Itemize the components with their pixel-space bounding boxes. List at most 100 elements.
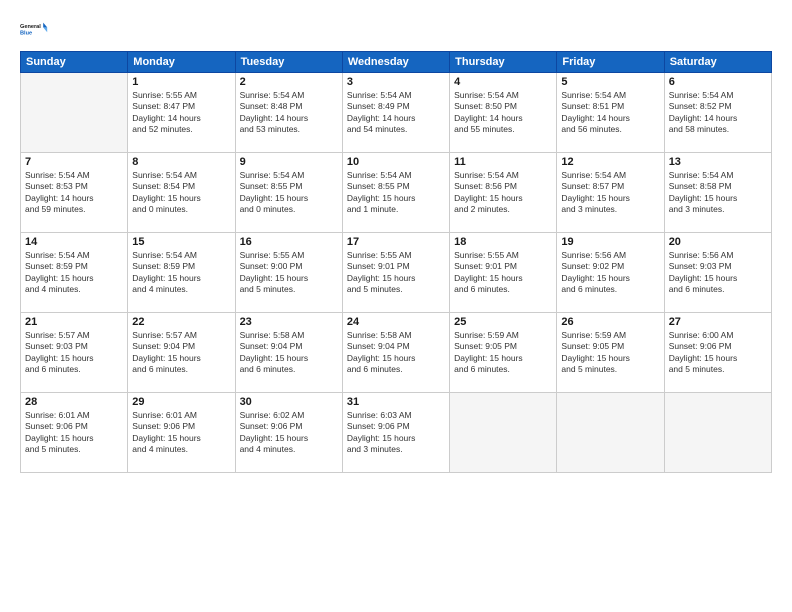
day-number: 2 <box>240 76 338 88</box>
weekday-header: Thursday <box>450 52 557 73</box>
day-number: 16 <box>240 236 338 248</box>
day-number: 11 <box>454 156 552 168</box>
day-number: 1 <box>132 76 230 88</box>
calendar-cell: 3Sunrise: 5:54 AM Sunset: 8:49 PM Daylig… <box>342 73 449 153</box>
weekday-header: Monday <box>128 52 235 73</box>
day-info: Sunrise: 5:58 AM Sunset: 9:04 PM Dayligh… <box>240 330 338 376</box>
calendar-cell: 9 Sunrise: 5:54 AM Sunset: 8:55 PM Daylig… <box>235 153 342 233</box>
day-info: Sunrise: 5:57 AM Sunset: 9:03 PM Dayligh… <box>25 330 123 376</box>
day-number: 19 <box>561 236 659 248</box>
day-number: 28 <box>25 396 123 408</box>
calendar-table: SundayMondayTuesdayWednesdayThursdayFrid… <box>20 51 772 473</box>
day-number: 26 <box>561 316 659 328</box>
logo: General Blue <box>20 15 48 43</box>
calendar-cell: 24Sunrise: 5:58 AM Sunset: 9:04 PM Dayli… <box>342 313 449 393</box>
calendar-cell: 19Sunrise: 5:56 AM Sunset: 9:02 PM Dayli… <box>557 233 664 313</box>
calendar-week-row: 14 Sunrise: 5:54 AM Sunset: 8:59 PM Dayli… <box>21 233 772 313</box>
day-info: Sunrise: 5:59 AM Sunset: 9:05 PM Dayligh… <box>454 330 552 376</box>
weekday-header-row: SundayMondayTuesdayWednesdayThursdayFrid… <box>21 52 772 73</box>
calendar-cell: 8 Sunrise: 5:54 AM Sunset: 8:54 PM Daylig… <box>128 153 235 233</box>
calendar-cell: 2Sunrise: 5:54 AM Sunset: 8:48 PM Daylig… <box>235 73 342 153</box>
svg-text:General: General <box>20 24 41 30</box>
day-info: Sunrise: 6:01 AM Sunset: 9:06 PM Dayligh… <box>132 410 230 456</box>
day-number: 9 <box>240 156 338 168</box>
day-info: Sunrise: 5:54 AM Sunset: 8:52 PM Dayligh… <box>669 90 767 136</box>
day-info: Sunrise: 5:54 AM Sunset: 8:50 PM Dayligh… <box>454 90 552 136</box>
day-number: 21 <box>25 316 123 328</box>
calendar-cell: 14 Sunrise: 5:54 AM Sunset: 8:59 PM Dayli… <box>21 233 128 313</box>
calendar-cell: 6 Sunrise: 5:54 AM Sunset: 8:52 PM Daylig… <box>664 73 771 153</box>
logo-icon: General Blue <box>20 15 48 43</box>
calendar-cell: 30 Sunrise: 6:02 AM Sunset: 9:06 PM Dayli… <box>235 393 342 473</box>
day-info: Sunrise: 5:54 AM Sunset: 8:53 PM Dayligh… <box>25 170 123 216</box>
weekday-header: Wednesday <box>342 52 449 73</box>
svg-text:Blue: Blue <box>20 31 32 37</box>
day-number: 31 <box>347 396 445 408</box>
day-info: Sunrise: 5:55 AM Sunset: 9:00 PM Dayligh… <box>240 250 338 296</box>
weekday-header: Saturday <box>664 52 771 73</box>
calendar-week-row: 7 Sunrise: 5:54 AM Sunset: 8:53 PM Daylig… <box>21 153 772 233</box>
calendar-cell: 7 Sunrise: 5:54 AM Sunset: 8:53 PM Daylig… <box>21 153 128 233</box>
day-info: Sunrise: 6:00 AM Sunset: 9:06 PM Dayligh… <box>669 330 767 376</box>
day-number: 29 <box>132 396 230 408</box>
day-info: Sunrise: 5:54 AM Sunset: 8:55 PM Dayligh… <box>240 170 338 216</box>
day-info: Sunrise: 5:59 AM Sunset: 9:05 PM Dayligh… <box>561 330 659 376</box>
day-number: 5 <box>561 76 659 88</box>
day-number: 27 <box>669 316 767 328</box>
calendar-cell <box>557 393 664 473</box>
header: General Blue <box>20 15 772 43</box>
day-number: 20 <box>669 236 767 248</box>
weekday-header: Friday <box>557 52 664 73</box>
day-number: 24 <box>347 316 445 328</box>
calendar-week-row: 1 Sunrise: 5:55 AM Sunset: 8:47 PM Daylig… <box>21 73 772 153</box>
day-number: 4 <box>454 76 552 88</box>
day-number: 8 <box>132 156 230 168</box>
day-number: 22 <box>132 316 230 328</box>
day-number: 17 <box>347 236 445 248</box>
calendar-cell: 31 Sunrise: 6:03 AM Sunset: 9:06 PM Dayli… <box>342 393 449 473</box>
calendar-cell: 13 Sunrise: 5:54 AM Sunset: 8:58 PM Dayli… <box>664 153 771 233</box>
calendar-cell: 16 Sunrise: 5:55 AM Sunset: 9:00 PM Dayli… <box>235 233 342 313</box>
day-number: 13 <box>669 156 767 168</box>
day-info: Sunrise: 5:54 AM Sunset: 8:56 PM Dayligh… <box>454 170 552 216</box>
calendar-cell: 15 Sunrise: 5:54 AM Sunset: 8:59 PM Dayli… <box>128 233 235 313</box>
day-info: Sunrise: 5:55 AM Sunset: 9:01 PM Dayligh… <box>347 250 445 296</box>
calendar-cell: 28 Sunrise: 6:01 AM Sunset: 9:06 PM Dayli… <box>21 393 128 473</box>
calendar-cell: 21 Sunrise: 5:57 AM Sunset: 9:03 PM Dayli… <box>21 313 128 393</box>
day-number: 3 <box>347 76 445 88</box>
calendar-cell: 20 Sunrise: 5:56 AM Sunset: 9:03 PM Dayli… <box>664 233 771 313</box>
day-info: Sunrise: 6:01 AM Sunset: 9:06 PM Dayligh… <box>25 410 123 456</box>
day-info: Sunrise: 5:55 AM Sunset: 8:47 PM Dayligh… <box>132 90 230 136</box>
day-info: Sunrise: 5:56 AM Sunset: 9:03 PM Dayligh… <box>669 250 767 296</box>
day-info: Sunrise: 5:55 AM Sunset: 9:01 PM Dayligh… <box>454 250 552 296</box>
day-number: 7 <box>25 156 123 168</box>
day-number: 10 <box>347 156 445 168</box>
day-number: 30 <box>240 396 338 408</box>
calendar-cell: 29 Sunrise: 6:01 AM Sunset: 9:06 PM Dayli… <box>128 393 235 473</box>
day-info: Sunrise: 5:54 AM Sunset: 8:55 PM Dayligh… <box>347 170 445 216</box>
day-info: Sunrise: 5:54 AM Sunset: 8:59 PM Dayligh… <box>25 250 123 296</box>
calendar-cell: 11 Sunrise: 5:54 AM Sunset: 8:56 PM Dayli… <box>450 153 557 233</box>
calendar-cell: 22 Sunrise: 5:57 AM Sunset: 9:04 PM Dayli… <box>128 313 235 393</box>
calendar-cell <box>21 73 128 153</box>
day-info: Sunrise: 5:54 AM Sunset: 8:58 PM Dayligh… <box>669 170 767 216</box>
calendar-cell: 12Sunrise: 5:54 AM Sunset: 8:57 PM Dayli… <box>557 153 664 233</box>
day-number: 15 <box>132 236 230 248</box>
calendar-cell: 4 Sunrise: 5:54 AM Sunset: 8:50 PM Daylig… <box>450 73 557 153</box>
day-info: Sunrise: 6:03 AM Sunset: 9:06 PM Dayligh… <box>347 410 445 456</box>
calendar-week-row: 21 Sunrise: 5:57 AM Sunset: 9:03 PM Dayli… <box>21 313 772 393</box>
day-info: Sunrise: 5:54 AM Sunset: 8:51 PM Dayligh… <box>561 90 659 136</box>
day-info: Sunrise: 5:57 AM Sunset: 9:04 PM Dayligh… <box>132 330 230 376</box>
calendar-cell <box>664 393 771 473</box>
calendar-cell: 1 Sunrise: 5:55 AM Sunset: 8:47 PM Daylig… <box>128 73 235 153</box>
day-number: 14 <box>25 236 123 248</box>
day-number: 6 <box>669 76 767 88</box>
calendar-cell: 17 Sunrise: 5:55 AM Sunset: 9:01 PM Dayli… <box>342 233 449 313</box>
calendar-cell: 27 Sunrise: 6:00 AM Sunset: 9:06 PM Dayli… <box>664 313 771 393</box>
day-info: Sunrise: 6:02 AM Sunset: 9:06 PM Dayligh… <box>240 410 338 456</box>
day-info: Sunrise: 5:54 AM Sunset: 8:59 PM Dayligh… <box>132 250 230 296</box>
day-info: Sunrise: 5:54 AM Sunset: 8:54 PM Dayligh… <box>132 170 230 216</box>
calendar-cell <box>450 393 557 473</box>
calendar-cell: 25Sunrise: 5:59 AM Sunset: 9:05 PM Dayli… <box>450 313 557 393</box>
day-number: 23 <box>240 316 338 328</box>
